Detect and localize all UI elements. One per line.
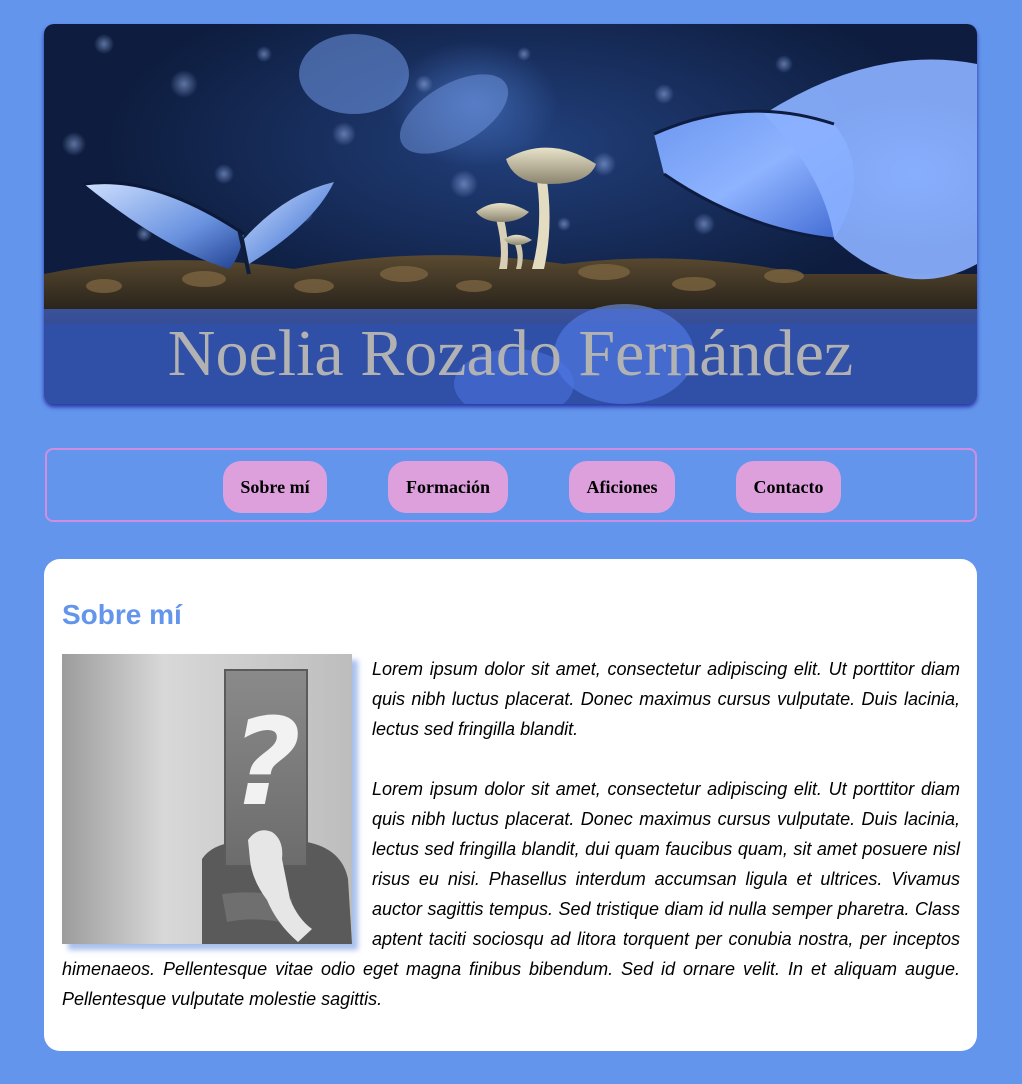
nav-item-formacion[interactable]: Formación [388,461,508,513]
header-banner: Noelia Rozado Fernández [44,24,977,404]
profile-photo: ? [62,654,352,944]
profile-photo-illustration: ? [62,654,352,944]
nav-item-sobre-mi[interactable]: Sobre mí [223,461,327,513]
nav-item-contacto[interactable]: Contacto [736,461,841,513]
right-butterfly [653,59,977,280]
mushrooms [476,147,596,269]
main-nav: Sobre mí Formación Aficiones Contacto [45,448,977,522]
question-mark-icon: ? [231,694,301,833]
site-name: Noelia Rozado Fernández [167,317,854,390]
left-butterfly [83,181,334,275]
content-card: Sobre mí ? Lorem ipsum dolor sit amet, c… [44,559,977,1051]
nav-item-aficiones[interactable]: Aficiones [569,461,675,513]
name-strip: Noelia Rozado Fernández [44,309,977,404]
section-title: Sobre mí [62,599,182,630]
section-content: ? Lorem ipsum dolor sit amet, consectetu… [62,654,960,1014]
blurred-butterfly-wing [299,34,409,114]
